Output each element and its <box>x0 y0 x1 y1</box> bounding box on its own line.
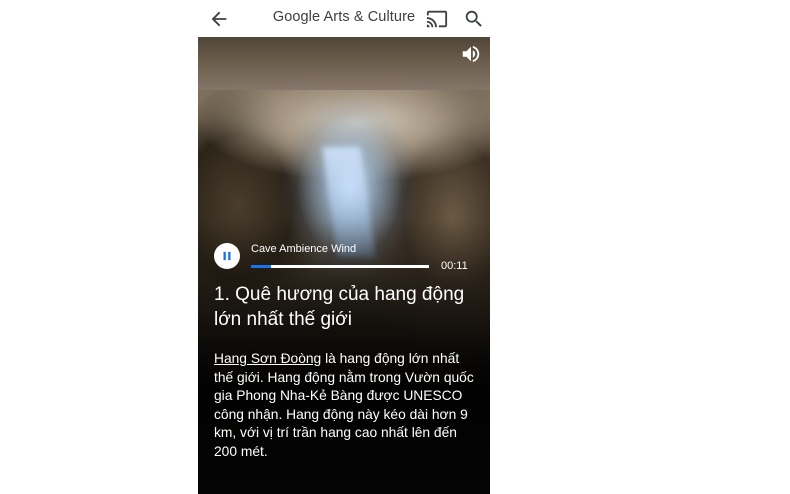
app-title-rest: Arts & Culture <box>323 9 416 25</box>
cast-icon <box>426 10 448 28</box>
story-heading: 1. Quê hương của hang động lớn nhất thế … <box>214 284 465 330</box>
app-title-google: Google <box>272 9 321 25</box>
story-body-text: là hang động lớn nhất thế giới. Hang độn… <box>214 351 474 459</box>
progress-bar[interactable] <box>251 265 429 268</box>
progress-fill <box>251 265 271 268</box>
sound-button[interactable] <box>460 43 482 65</box>
app-bar: Google Arts & Culture <box>198 0 490 37</box>
track-title: Cave Ambience Wind <box>251 243 357 255</box>
search-icon <box>465 10 482 27</box>
story-slide: Cave Ambience Wind 00:11 1. Quê hương củ… <box>198 37 490 494</box>
audio-player: Cave Ambience Wind 00:11 <box>198 240 490 280</box>
cave-photo-top <box>198 37 490 90</box>
story-body: Hang Sơn Đoòng là hang động lớn nhất thế… <box>214 350 482 462</box>
search-button[interactable] <box>463 8 485 30</box>
pause-button[interactable] <box>214 243 240 269</box>
pause-icon <box>223 251 231 261</box>
phone-frame: Google Arts & Culture Cave Ambience Wind… <box>198 0 490 494</box>
arrow-back-icon <box>211 11 227 27</box>
track-time: 00:11 <box>441 260 468 272</box>
cast-button[interactable] <box>426 8 448 30</box>
volume-icon <box>462 45 480 63</box>
back-button[interactable] <box>208 8 230 30</box>
hang-son-doong-link[interactable]: Hang Sơn Đoòng <box>214 351 321 366</box>
